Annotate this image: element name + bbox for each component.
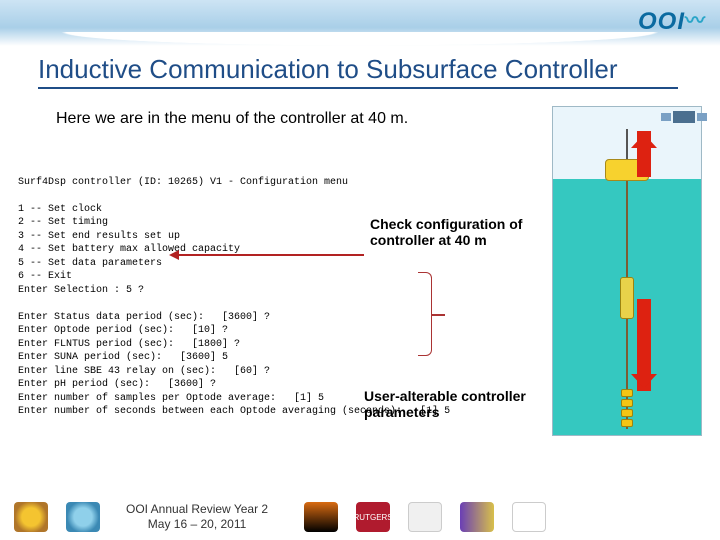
satellite-icon: [673, 111, 695, 123]
arrow-to-selection: [172, 254, 364, 256]
anchor-weights: [621, 387, 633, 429]
wave-icon: 〰: [685, 10, 706, 32]
menu-item: 3 -- Set end results set up: [18, 231, 180, 242]
header-banner: OOI〰: [0, 0, 720, 46]
menu-item: 1 -- Set clock: [18, 204, 102, 215]
param-line: Enter number of samples per Optode avera…: [18, 393, 324, 404]
intro-text: Here we are in the menu of the controlle…: [56, 110, 408, 128]
menu-item: 5 -- Set data parameters: [18, 258, 162, 269]
menu-item: 2 -- Set timing: [18, 217, 108, 228]
param-line: Enter SUNA period (sec): [3600] 5: [18, 352, 228, 363]
controller-40m: [620, 277, 634, 319]
buoy-mast: [626, 129, 628, 159]
param-line: Enter Status data period (sec): [3600] ?: [18, 312, 270, 323]
osu-logo: [304, 502, 338, 532]
rutgers-logo: RUTGERS: [356, 502, 390, 532]
param-line: Enter pH period (sec): [3600] ?: [18, 379, 216, 390]
param-line: Enter Optode period (sec): [10] ?: [18, 325, 228, 336]
terminal-output: Surf4Dsp controller (ID: 10265) V1 - Con…: [18, 162, 428, 419]
sponsor-logo-5: [408, 502, 442, 532]
uw-logo: [460, 502, 494, 532]
mooring-diagram: [552, 106, 702, 436]
footer-text: OOI Annual Review Year 2 May 16 – 20, 20…: [126, 502, 268, 532]
footer: OOI Annual Review Year 2 May 16 – 20, 20…: [0, 494, 720, 540]
param-line: Enter FLNTUS period (sec): [1800] ?: [18, 339, 240, 350]
ooi-logo: OOI〰: [638, 6, 706, 36]
sponsor-logo-7: [512, 502, 546, 532]
callout-user-alterable: User-alterable controller parameters: [364, 388, 584, 420]
bracket-params: [418, 272, 432, 356]
terminal-prompt: Enter Selection : 5 ?: [18, 285, 144, 296]
sponsor-logo-1: [14, 502, 48, 532]
menu-item: 6 -- Exit: [18, 271, 72, 282]
downlink-arrow-icon: [637, 299, 651, 391]
terminal-header: Surf4Dsp controller (ID: 10265) V1 - Con…: [18, 177, 348, 188]
sponsor-logo-2: [66, 502, 100, 532]
uplink-arrow-icon: [637, 131, 651, 177]
slide-title: Inductive Communication to Subsurface Co…: [38, 54, 678, 89]
callout-config: Check configuration of controller at 40 …: [370, 216, 560, 248]
param-line: Enter line SBE 43 relay on (sec): [60] ?: [18, 366, 270, 377]
